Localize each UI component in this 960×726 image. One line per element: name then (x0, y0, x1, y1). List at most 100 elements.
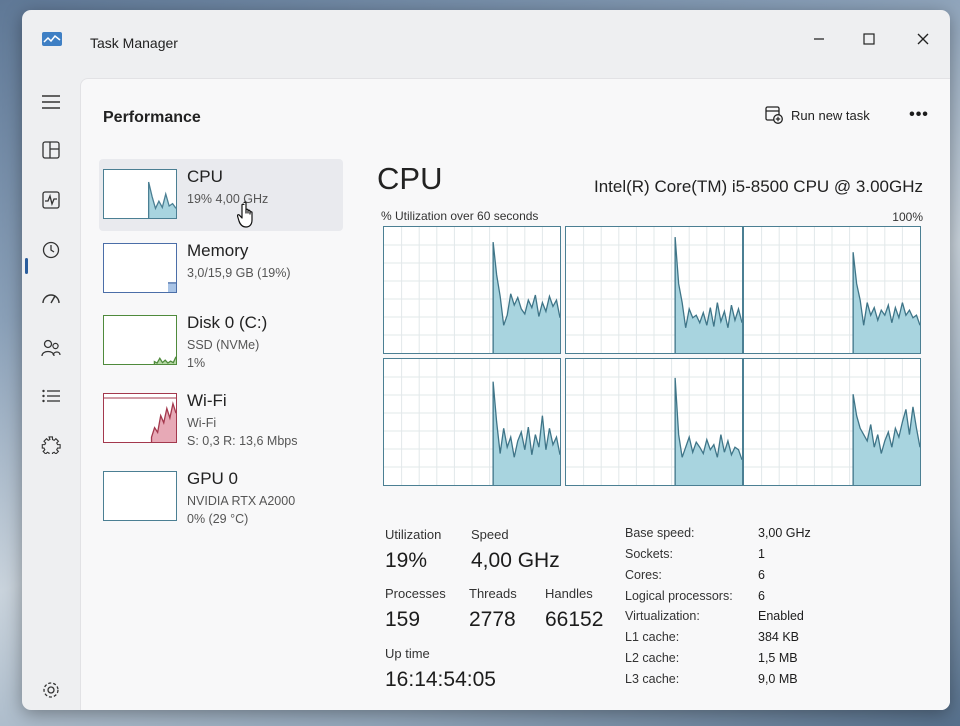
graph-max-label: 100% (892, 210, 923, 224)
l2-cache-value: 1,5 MB (758, 651, 798, 665)
details-icon (42, 389, 60, 403)
device-disk[interactable]: Disk 0 (C:) SSD (NVMe) 1% (99, 305, 343, 377)
nav-services[interactable] (33, 426, 69, 462)
uptime-value: 16:14:54:05 (385, 668, 496, 691)
logical-processors-value: 6 (758, 589, 765, 603)
maximize-button[interactable] (850, 26, 888, 52)
run-new-task-icon (765, 106, 783, 124)
task-manager-window: Task Manager Performance Run new task ••… (22, 10, 950, 710)
device-wifi[interactable]: Wi-Fi Wi-Fi S: 0,3 R: 13,6 Mbps (99, 383, 343, 455)
sockets-value: 1 (758, 547, 765, 561)
startup-apps-icon (42, 294, 60, 304)
gpu-thumbnail-graph (103, 471, 177, 521)
device-detail: NVIDIA RTX A2000 (187, 494, 296, 508)
device-name: Memory (187, 241, 249, 260)
handles-label: Handles (545, 586, 593, 601)
device-memory[interactable]: Memory 3,0/15,9 GB (19%) (99, 233, 343, 305)
nav-app-history[interactable] (33, 232, 69, 268)
core-graph-5 (743, 358, 921, 486)
processes-icon (42, 141, 60, 159)
nav-settings[interactable] (33, 672, 69, 708)
cpu-heading: CPU (377, 161, 443, 196)
utilization-area (853, 394, 920, 485)
threads-value: 2778 (469, 608, 516, 631)
l1-cache-value: 384 KB (758, 630, 800, 644)
active-indicator (25, 258, 28, 274)
device-detail-2: 1% (187, 356, 206, 370)
virtualization-value: Enabled (758, 609, 804, 623)
memory-usage-fill (168, 282, 176, 292)
run-new-task-label: Run new task (791, 107, 870, 123)
memory-thumbnail-graph (103, 243, 177, 293)
performance-icon (42, 191, 60, 209)
device-cpu[interactable]: CPU 19% 4,00 GHz (99, 159, 343, 231)
navigation-rail (22, 68, 80, 710)
minimize-icon (814, 38, 824, 40)
page-title: Performance (103, 109, 201, 126)
services-icon (41, 436, 61, 454)
close-icon (917, 33, 929, 45)
base-speed-value: 3,00 GHz (758, 526, 811, 540)
nav-processes[interactable] (33, 132, 69, 168)
hand-cursor-icon (237, 201, 253, 228)
device-detail: 3,0/15,9 GB (19%) (187, 266, 291, 280)
hamburger-icon (42, 95, 60, 109)
minimize-button[interactable] (800, 26, 838, 52)
sockets-label: Sockets: (625, 547, 673, 561)
device-name: CPU (187, 167, 223, 186)
l2-cache-label: L2 cache: (625, 651, 680, 665)
nav-details[interactable] (33, 378, 69, 414)
device-gpu[interactable]: GPU 0 NVIDIA RTX A2000 0% (29 °C) (99, 461, 343, 533)
utilization-label: Utilization (385, 527, 442, 542)
core-graph-3 (383, 358, 561, 486)
close-button[interactable] (904, 26, 942, 52)
speed-value: 4,00 GHz (471, 549, 560, 572)
logical-processor-graphs (383, 226, 921, 486)
core-graph-1 (565, 226, 743, 354)
cores-value: 6 (758, 568, 765, 582)
processes-label: Processes (385, 586, 446, 601)
window-title: Task Manager (90, 35, 178, 51)
virtualization-label: Virtualization: (625, 609, 700, 623)
l1-cache-label: L1 cache: (625, 630, 680, 644)
title-bar: Task Manager (22, 10, 950, 68)
performance-page: Performance Run new task ••• CPU 19% 4,0… (80, 78, 950, 710)
logical-processors-label: Logical processors: (625, 589, 733, 603)
uptime-label: Up time (385, 646, 430, 661)
run-new-task-button[interactable]: Run new task (761, 101, 874, 129)
core-graph-0 (383, 226, 561, 354)
cpu-model: Intel(R) Core(TM) i5-8500 CPU @ 3.00GHz (593, 177, 923, 196)
disk-thumbnail-graph (103, 315, 177, 365)
l3-cache-value: 9,0 MB (758, 672, 798, 686)
task-manager-app-icon (42, 32, 62, 46)
device-name: Wi-Fi (187, 391, 227, 410)
device-detail: Wi-Fi (187, 416, 217, 430)
settings-icon (43, 682, 59, 698)
device-detail: SSD (NVMe) (187, 338, 260, 352)
base-speed-label: Base speed: (625, 526, 695, 540)
speed-label: Speed (471, 527, 509, 542)
users-icon (41, 339, 61, 357)
app-history-icon (42, 241, 60, 259)
device-name: GPU 0 (187, 469, 239, 488)
utilization-area (675, 237, 742, 353)
nav-startup-apps[interactable] (33, 280, 69, 316)
utilization-graph-label: % Utilization over 60 seconds (381, 209, 539, 223)
maximize-icon (863, 33, 875, 45)
more-options-button[interactable]: ••• (905, 105, 933, 125)
handles-value: 66152 (545, 608, 604, 631)
hamburger-menu-button[interactable] (33, 84, 69, 120)
threads-label: Threads (469, 586, 517, 601)
core-graph-2 (743, 226, 921, 354)
utilization-area (853, 252, 920, 353)
device-detail-2: 0% (29 °C) (187, 512, 249, 526)
nav-users[interactable] (33, 330, 69, 366)
wifi-thumbnail-graph (103, 393, 177, 443)
core-graph-4 (565, 358, 743, 486)
device-name: Disk 0 (C:) (187, 313, 268, 332)
device-detail-2: S: 0,3 R: 13,6 Mbps (187, 434, 298, 448)
utilization-value: 19% (385, 549, 428, 572)
nav-performance[interactable] (33, 182, 69, 218)
processes-value: 159 (385, 608, 421, 631)
cores-label: Cores: (625, 568, 662, 582)
